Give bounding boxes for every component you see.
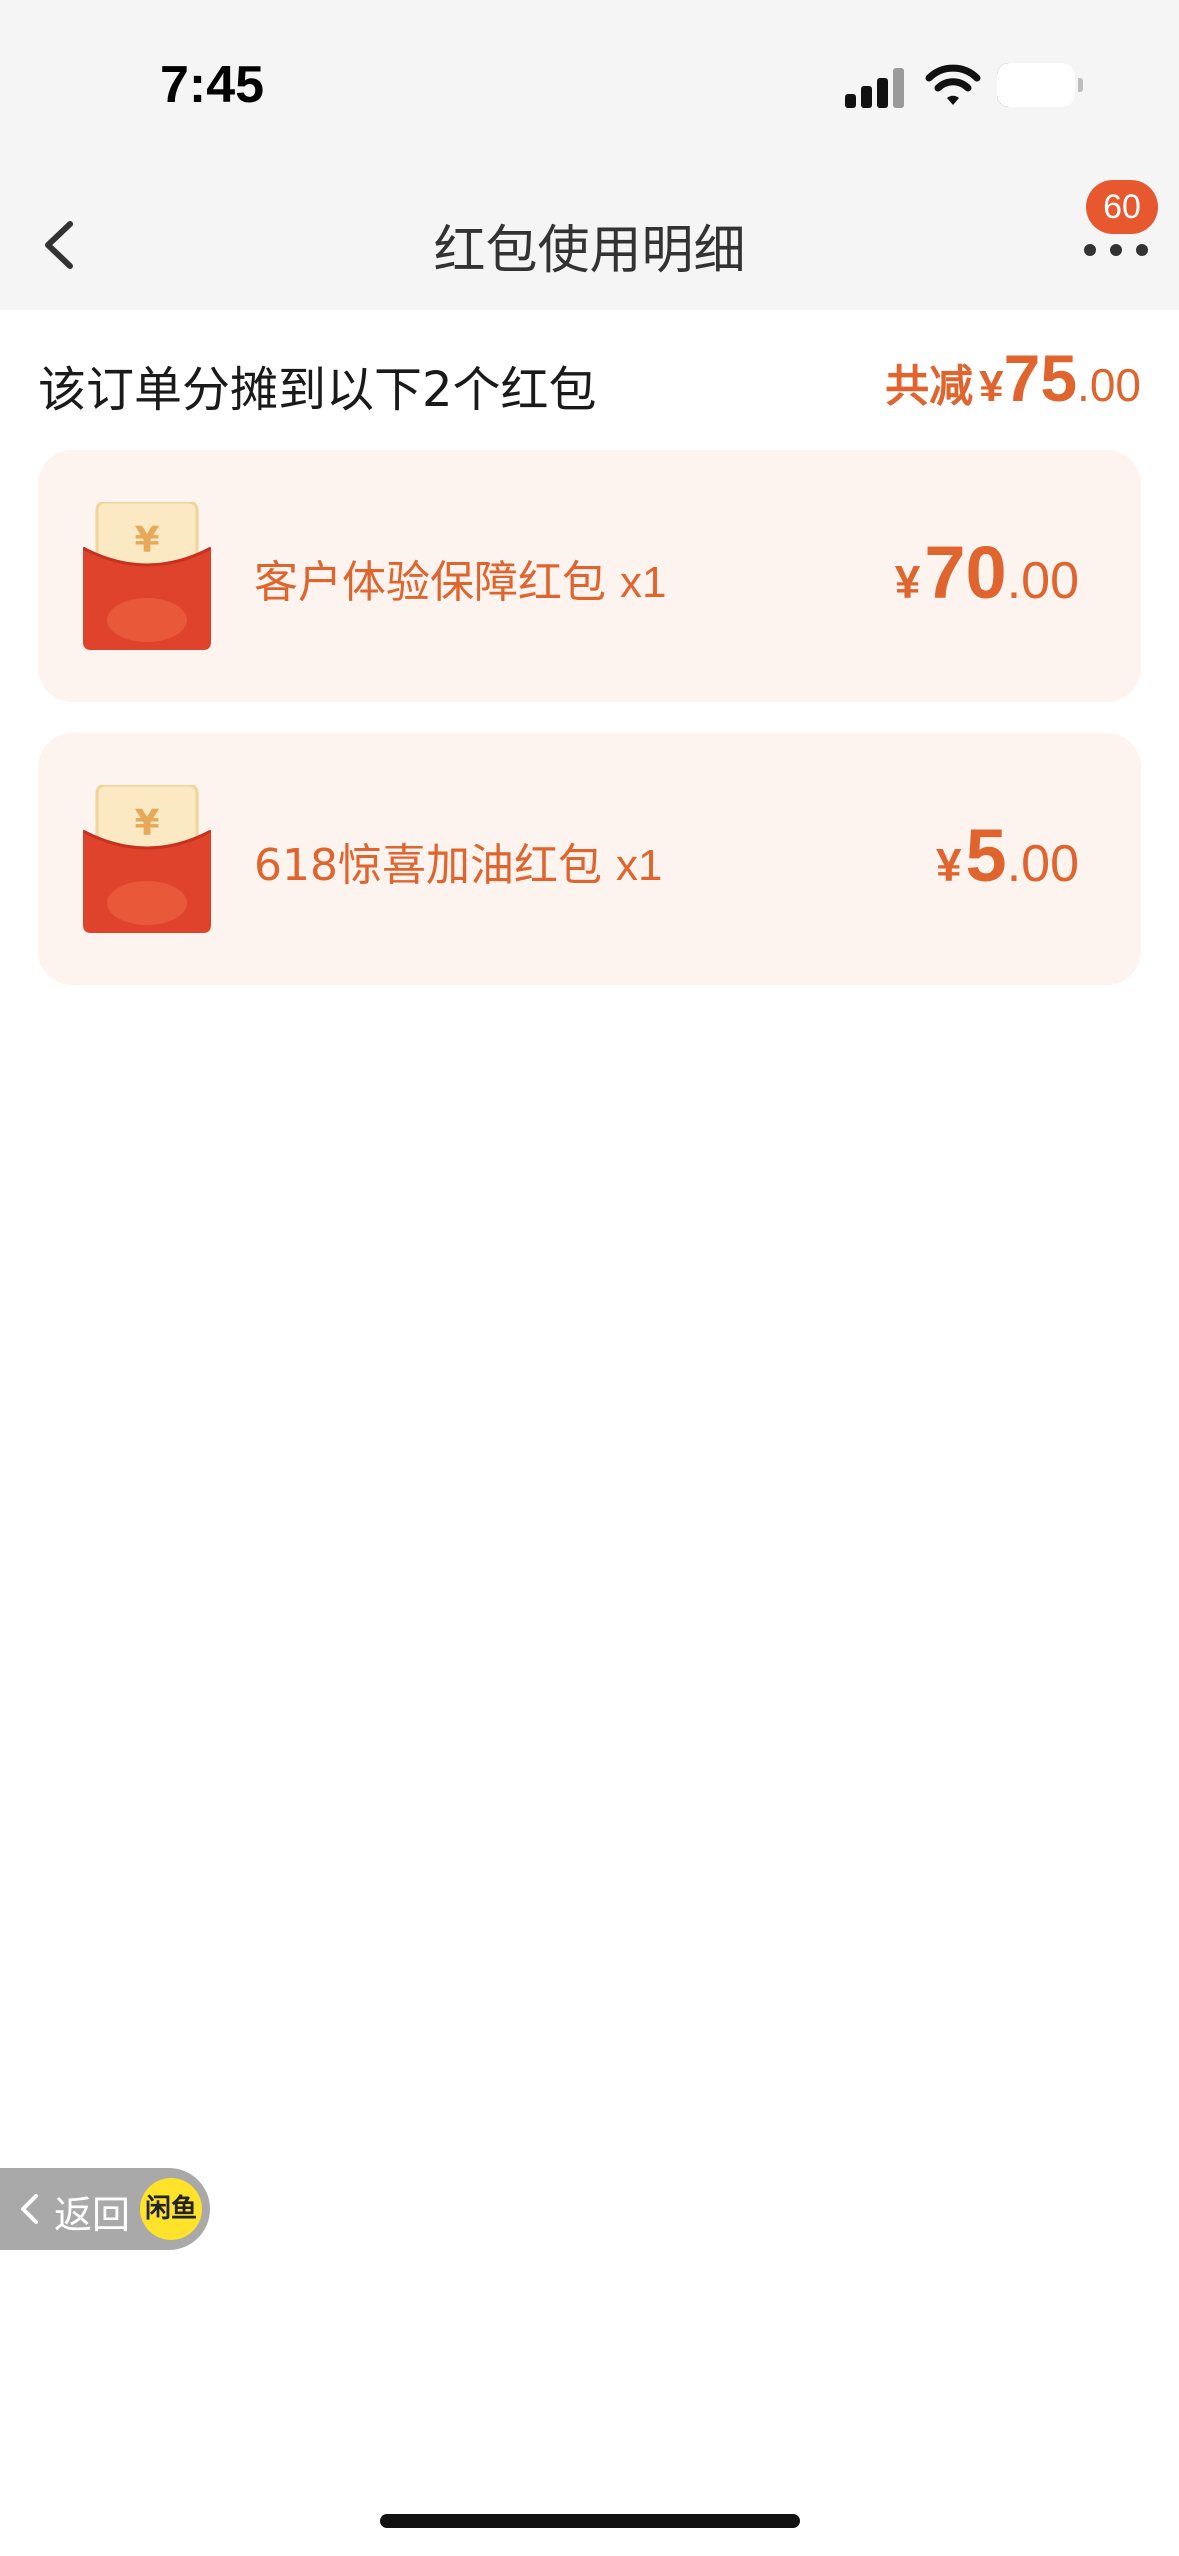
total-integer: 75 (1003, 341, 1078, 415)
red-packet-name: 618惊喜加油红包 x1 (254, 829, 662, 893)
summary-total: 共减 ¥75.00 (885, 340, 1141, 416)
amount-integer: 5 (965, 814, 1007, 897)
battery-nub (1078, 78, 1083, 92)
status-time: 7:45 (160, 56, 265, 114)
wifi-icon (925, 64, 981, 105)
nav-bar: 红包使用明细 (0, 170, 1179, 310)
amount-decimal: .00 (1006, 552, 1079, 610)
home-indicator (380, 2514, 800, 2528)
summary-label: 该订单分摊到以下2个红包 (38, 362, 597, 418)
red-packet-qty: x1 (620, 558, 667, 607)
notification-badge: 60 (1086, 180, 1158, 234)
total-label: 共减 (885, 361, 974, 412)
status-bar: 7:45 55 (0, 0, 1179, 170)
amount-integer: 70 (924, 531, 1007, 614)
cellular-signal-icon (845, 68, 907, 108)
red-packet-qty: x1 (615, 841, 663, 890)
red-packet-card: ¥ 618惊喜加油红包 x1 ¥5.00 (38, 733, 1141, 985)
red-packet-amount: ¥70.00 (895, 530, 1079, 615)
red-envelope-icon: ¥ (83, 502, 211, 650)
chevron-left-icon (21, 2194, 38, 2224)
battery-level: 55 (997, 63, 1075, 107)
red-packet-name: 客户体验保障红包 x1 (254, 546, 666, 610)
red-packet-amount: ¥5.00 (936, 813, 1079, 898)
xianyu-logo: 闲鱼 (140, 2178, 202, 2240)
red-packet-card: ¥ 客户体验保障红包 x1 ¥70.00 (38, 450, 1141, 702)
red-packet-title: 618惊喜加油红包 (254, 840, 602, 891)
red-packet-title: 客户体验保障红包 (254, 557, 606, 608)
svg-text:¥: ¥ (134, 803, 159, 844)
total-decimal: .00 (1077, 359, 1141, 411)
amount-currency: ¥ (894, 556, 921, 608)
battery-icon: 55 (997, 63, 1075, 107)
red-envelope-icon: ¥ (83, 785, 211, 933)
amount-currency: ¥ (935, 839, 962, 891)
total-currency: ¥ (979, 362, 1004, 411)
more-dots-icon (1084, 244, 1096, 256)
page-title: 红包使用明细 (433, 221, 746, 281)
return-to-app-button[interactable]: 返回 闲鱼 (0, 2168, 210, 2250)
return-label: 返回 (54, 2193, 131, 2237)
amount-decimal: .00 (1006, 835, 1079, 893)
svg-text:¥: ¥ (134, 520, 159, 561)
